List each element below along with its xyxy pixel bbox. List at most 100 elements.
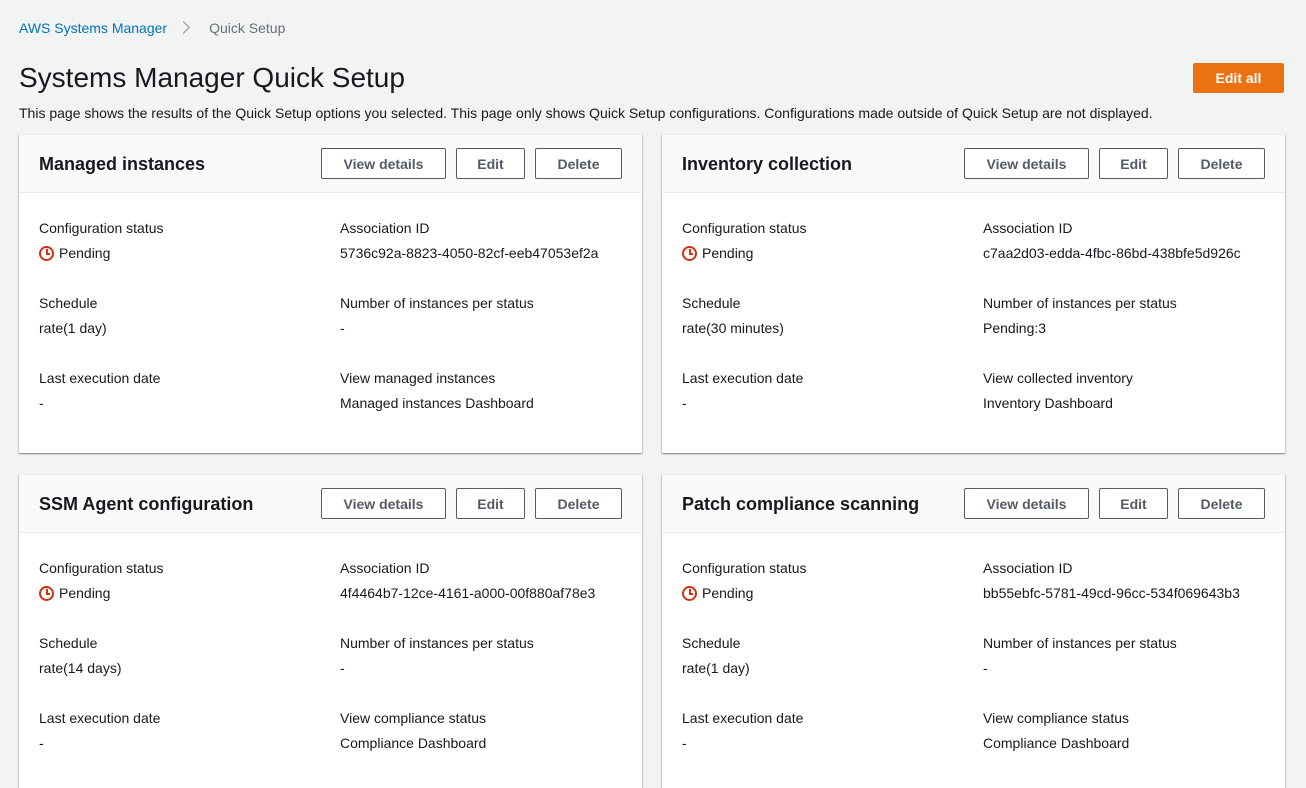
page-description: This page shows the results of the Quick… — [19, 105, 1153, 121]
status-text: Pending — [59, 245, 111, 261]
view-details-button[interactable]: View details — [964, 488, 1089, 519]
config-status-label: Configuration status — [682, 220, 807, 236]
instances-per-status-value: - — [340, 320, 345, 336]
edit-button[interactable]: Edit — [1099, 148, 1168, 179]
card-header: Managed instances View details Edit Dele… — [19, 135, 642, 193]
association-id-field: Association ID 5736c92a-8823-4050-82cf-e… — [340, 219, 598, 262]
association-id-link[interactable]: bb55ebfc-5781-49cd-96cc-534f069643b3 — [983, 584, 1240, 602]
instances-per-status-label: Number of instances per status — [340, 295, 534, 311]
card-header: Inventory collection View details Edit D… — [662, 135, 1285, 193]
status-badge: Pending — [39, 584, 164, 602]
status-badge: Pending — [39, 244, 164, 262]
association-id-label: Association ID — [340, 220, 430, 236]
config-status-label: Configuration status — [39, 220, 164, 236]
view-details-button[interactable]: View details — [964, 148, 1089, 179]
last-execution-value: - — [39, 735, 44, 751]
edit-button[interactable]: Edit — [1099, 488, 1168, 519]
card-header: SSM Agent configuration View details Edi… — [19, 475, 642, 533]
association-id-link[interactable]: 4f4464b7-12ce-4161-a000-00f880af78e3 — [340, 584, 595, 602]
schedule-value: rate(14 days) — [39, 660, 122, 676]
schedule-value: rate(1 day) — [682, 660, 750, 676]
dashboard-link[interactable]: Compliance Dashboard — [340, 734, 486, 752]
schedule-label: Schedule — [682, 635, 741, 651]
schedule-field: Schedule rate(30 minutes) — [682, 294, 784, 337]
chevron-right-icon — [177, 19, 201, 37]
association-id-label: Association ID — [983, 560, 1073, 576]
schedule-label: Schedule — [39, 635, 98, 651]
edit-all-button[interactable]: Edit all — [1193, 63, 1284, 93]
config-status-label: Configuration status — [682, 560, 807, 576]
config-status-field: Configuration status Pending — [39, 219, 164, 262]
edit-button[interactable]: Edit — [456, 488, 525, 519]
status-badge: Pending — [682, 584, 807, 602]
clock-icon — [39, 245, 54, 261]
clock-icon — [682, 245, 697, 261]
view-dashboard-label: View collected inventory — [983, 370, 1133, 386]
delete-button[interactable]: Delete — [535, 488, 622, 519]
schedule-field: Schedule rate(1 day) — [39, 294, 107, 337]
breadcrumb-link-systems-manager[interactable]: AWS Systems Manager — [19, 19, 167, 37]
last-execution-field: Last execution date - — [39, 709, 160, 752]
association-id-label: Association ID — [983, 220, 1073, 236]
last-execution-value: - — [682, 735, 687, 751]
instances-per-status-label: Number of instances per status — [983, 295, 1177, 311]
card-body: Configuration status Pending Association… — [662, 533, 1285, 788]
last-execution-label: Last execution date — [682, 710, 804, 726]
instances-per-status-value: Pending:3 — [983, 320, 1047, 336]
card-body: Configuration status Pending Association… — [19, 193, 642, 453]
dashboard-link[interactable]: Compliance Dashboard — [983, 734, 1129, 752]
edit-button[interactable]: Edit — [456, 148, 525, 179]
association-id-link[interactable]: c7aa2d03-edda-4fbc-86bd-438bfe5d926c — [983, 244, 1241, 262]
card-title: SSM Agent configuration — [39, 494, 254, 514]
last-execution-value: - — [682, 395, 687, 411]
view-dashboard-field: View collected inventory Inventory Dashb… — [983, 369, 1133, 412]
association-id-link[interactable]: 5736c92a-8823-4050-82cf-eeb47053ef2a — [340, 244, 598, 262]
instances-per-status-field: Number of instances per status - — [340, 634, 534, 677]
delete-button[interactable]: Delete — [1178, 488, 1265, 519]
clock-icon — [682, 585, 697, 601]
instances-per-status-field: Number of instances per status Pending:3 — [983, 294, 1177, 337]
schedule-value: rate(30 minutes) — [682, 320, 784, 336]
schedule-label: Schedule — [682, 295, 741, 311]
card-ssm-agent-configuration: SSM Agent configuration View details Edi… — [19, 474, 642, 788]
card-title: Patch compliance scanning — [682, 494, 920, 514]
page-title: Systems Manager Quick Setup — [19, 62, 405, 93]
status-text: Pending — [702, 245, 754, 261]
last-execution-field: Last execution date - — [682, 369, 803, 412]
instances-per-status-label: Number of instances per status — [340, 635, 534, 651]
config-status-field: Configuration status Pending — [682, 559, 807, 602]
card-title: Inventory collection — [682, 154, 853, 174]
view-details-button[interactable]: View details — [321, 488, 446, 519]
breadcrumb: AWS Systems Manager Quick Setup — [19, 19, 285, 37]
breadcrumb-current: Quick Setup — [209, 20, 286, 36]
delete-button[interactable]: Delete — [535, 148, 622, 179]
clock-icon — [39, 585, 54, 601]
last-execution-label: Last execution date — [39, 370, 161, 386]
last-execution-label: Last execution date — [39, 710, 161, 726]
config-status-field: Configuration status Pending — [39, 559, 164, 602]
card-body: Configuration status Pending Association… — [662, 193, 1285, 453]
instances-per-status-field: Number of instances per status - — [983, 634, 1177, 677]
schedule-field: Schedule rate(14 days) — [39, 634, 121, 677]
status-badge: Pending — [682, 244, 807, 262]
status-text: Pending — [702, 585, 754, 601]
last-execution-field: Last execution date - — [682, 709, 803, 752]
view-dashboard-field: View managed instances Managed instances… — [340, 369, 534, 412]
instances-per-status-field: Number of instances per status - — [340, 294, 534, 337]
association-id-field: Association ID bb55ebfc-5781-49cd-96cc-5… — [983, 559, 1240, 602]
association-id-field: Association ID c7aa2d03-edda-4fbc-86bd-4… — [983, 219, 1241, 262]
schedule-field: Schedule rate(1 day) — [682, 634, 750, 677]
view-details-button[interactable]: View details — [321, 148, 446, 179]
dashboard-link[interactable]: Inventory Dashboard — [983, 394, 1133, 412]
delete-button[interactable]: Delete — [1178, 148, 1265, 179]
card-inventory-collection: Inventory collection View details Edit D… — [662, 134, 1285, 453]
instances-per-status-value: - — [983, 660, 988, 676]
schedule-label: Schedule — [39, 295, 98, 311]
association-id-field: Association ID 4f4464b7-12ce-4161-a000-0… — [340, 559, 595, 602]
card-managed-instances: Managed instances View details Edit Dele… — [19, 134, 642, 453]
config-status-label: Configuration status — [39, 560, 164, 576]
view-dashboard-field: View compliance status Compliance Dashbo… — [340, 709, 486, 752]
dashboard-link[interactable]: Managed instances Dashboard — [340, 394, 534, 412]
view-dashboard-label: View compliance status — [340, 710, 487, 726]
card-title: Managed instances — [39, 154, 206, 174]
